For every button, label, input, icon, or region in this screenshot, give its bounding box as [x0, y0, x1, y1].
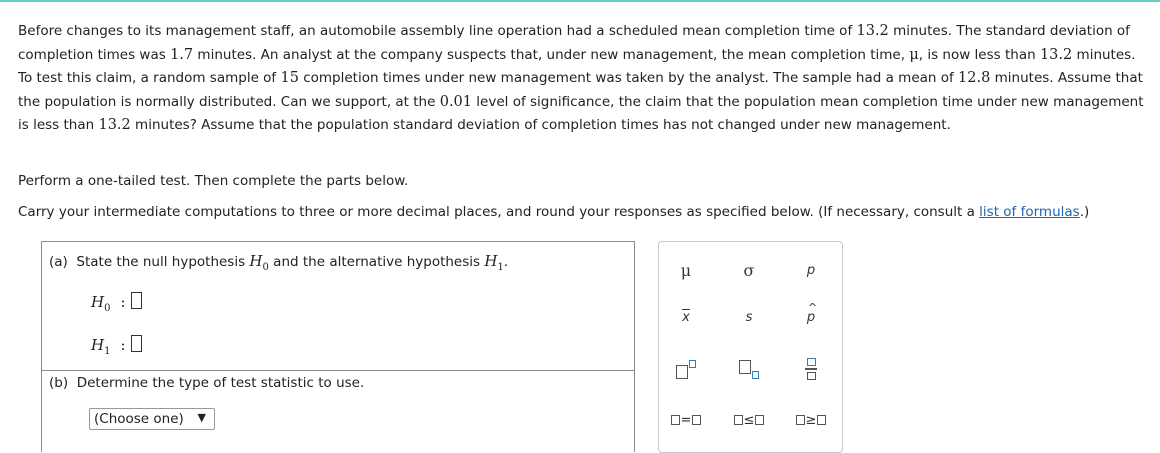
mu-button[interactable]: μ — [666, 255, 706, 285]
less-equal-template-button[interactable]: ≤ — [729, 405, 769, 435]
greater-equal-template-button[interactable]: ≥ — [791, 405, 831, 435]
carry-instruction: Carry your intermediate computations to … — [18, 204, 1090, 220]
problem-statement: Before changes to its management staff, … — [18, 23, 1144, 133]
test-instruction: Perform a one-tailed test. Then complete… — [18, 173, 409, 189]
answer-panel: (a) State the null hypothesis H0 and the… — [41, 241, 635, 452]
equals-template-button[interactable]: = — [666, 405, 706, 435]
top-accent-line — [0, 0, 1160, 2]
part-a-prompt: (a) State the null hypothesis H0 and the… — [49, 252, 509, 273]
null-hypothesis-input[interactable] — [130, 292, 142, 309]
fraction-template-button[interactable] — [791, 354, 831, 384]
sigma-button[interactable]: σ — [729, 255, 769, 285]
symbol-palette: μ σ p x s ^ p = ≤ ≥ — [658, 241, 843, 453]
superscript-template-button[interactable] — [666, 354, 706, 384]
p-hat-button[interactable]: ^ p — [791, 301, 831, 332]
formulas-link[interactable]: list of formulas — [979, 204, 1080, 220]
test-statistic-select[interactable]: (Choose one) ▼ — [89, 408, 215, 430]
p-button[interactable]: p — [791, 255, 831, 285]
null-hypothesis-row: H0: — [91, 292, 142, 314]
alt-hypothesis-input[interactable] — [130, 335, 142, 352]
s-button[interactable]: s — [729, 302, 769, 332]
alt-hypothesis-row: H1: — [91, 335, 142, 357]
x-bar-button[interactable]: x — [666, 302, 706, 332]
dropdown-arrow-icon: ▼ — [197, 411, 206, 424]
part-b-prompt: (b) Determine the type of test statistic… — [49, 375, 365, 391]
subscript-template-button[interactable] — [729, 354, 769, 384]
part-a: (a) State the null hypothesis H0 and the… — [42, 242, 634, 371]
